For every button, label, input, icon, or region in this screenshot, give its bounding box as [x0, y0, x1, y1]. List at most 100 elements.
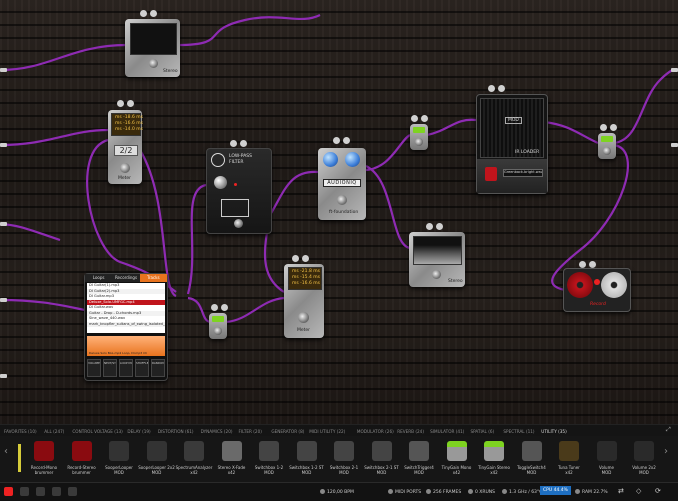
pedal-info-buttons[interactable]	[292, 255, 309, 262]
category-tab[interactable]: MODULATOR (26)	[357, 429, 394, 434]
plugin-item[interactable]: Tuna Tuner x42	[549, 436, 589, 482]
category-tab[interactable]: GENERATOR (8)	[271, 429, 304, 434]
bypass-footswitch[interactable]	[214, 327, 222, 335]
scroll-right-icon[interactable]: ›	[664, 446, 668, 457]
plugin-item[interactable]: Switchbox 2-1 MOD	[324, 436, 364, 482]
pedal-info-buttons[interactable]	[426, 223, 443, 230]
link-icon[interactable]: ⇄	[618, 487, 624, 495]
scroll-left-icon[interactable]: ‹	[4, 446, 8, 457]
category-tab[interactable]: DELAY (19)	[127, 429, 150, 434]
fuzz-knob[interactable]	[345, 152, 360, 167]
share-icon[interactable]: ⟳	[655, 487, 661, 495]
level-knob[interactable]	[323, 152, 338, 167]
bypass-footswitch[interactable]	[603, 147, 611, 155]
metronome-pedal[interactable]: ms -18.6 ms ms -16.6 ms ms -14.0 ms 2/2 …	[108, 110, 143, 184]
plugin-item[interactable]: Switchbox 2-1 ST MOD	[362, 436, 402, 482]
metronome-pedal[interactable]: ms -21.8 ms ms -15.4 ms ms -16.6 ms Mete…	[284, 264, 324, 338]
category-tab[interactable]: ALL (247)	[44, 429, 64, 434]
category-tab[interactable]: MIDI UTILITY (22)	[309, 429, 345, 434]
cloud-icon[interactable]	[52, 487, 61, 496]
plugin-item[interactable]: Switchbox 1-2 ST MOD	[287, 436, 327, 482]
playback-2-jack[interactable]	[671, 143, 678, 147]
ir-file-select[interactable]: Greenback-bright.wav	[503, 169, 543, 177]
bypass-footswitch[interactable]	[432, 270, 441, 279]
capture-2-jack[interactable]	[0, 143, 7, 147]
tab-recordings[interactable]: Recordings	[112, 274, 140, 282]
stereo-analyzer-pedal[interactable]: Stereo	[125, 19, 180, 77]
pedalboard-icon[interactable]	[4, 487, 13, 496]
plugin-item[interactable]: SpectrumAnalyzer x42	[174, 436, 214, 482]
looper-file-list[interactable]: DI Guitar(1).mp3 DI Guitar(2).mp3 DI Guita…	[87, 283, 165, 333]
plugin-item[interactable]: TinyGain Stereo x42	[474, 436, 514, 482]
bypass-footswitch[interactable]	[415, 138, 423, 146]
expand-icon[interactable]: ⤢	[666, 426, 671, 434]
category-tab[interactable]: CONTROL VOLTAGE (13)	[72, 429, 122, 434]
pedal-info-buttons[interactable]	[333, 137, 350, 144]
scroll-handle[interactable]	[18, 444, 21, 472]
looper-control-button[interactable]: SHUFFLE	[135, 359, 149, 377]
bypass-footswitch[interactable]	[298, 312, 309, 323]
looper-control-button[interactable]: LOOP MODE	[119, 359, 133, 377]
banks-icon[interactable]	[20, 487, 29, 496]
category-tab[interactable]: DYNAMICS (20)	[201, 429, 233, 434]
plugin-item[interactable]: SwitchTrigger4 MOD	[399, 436, 439, 482]
fuzz-pedal[interactable]: AUDIONIQ ft-foundation	[318, 148, 366, 220]
power-button[interactable]	[485, 167, 497, 181]
buffer-size[interactable]: 256 FRAMES	[426, 489, 461, 495]
pedal-info-buttons[interactable]	[411, 115, 428, 122]
tinygain-pedal[interactable]	[410, 124, 428, 150]
looper-file-item[interactable]: mark_knopfler_sultans_of_swing_isolated_…	[87, 321, 165, 327]
tinygain-pedal[interactable]	[598, 133, 616, 159]
spectrum-analyzer-pedal[interactable]: Stereo	[409, 232, 465, 287]
tab-tracks[interactable]: Tracks	[139, 274, 167, 282]
capture-midi-jack[interactable]	[0, 222, 7, 226]
playback-1-jack[interactable]	[671, 68, 678, 72]
pedal-info-buttons[interactable]	[117, 100, 134, 107]
folder-icon[interactable]	[36, 487, 45, 496]
bypass-footswitch[interactable]	[120, 163, 130, 173]
sooperlooper-pedal[interactable]: Loops Recordings Tracks DI Guitar(1).mp3…	[84, 273, 168, 381]
lowpass-filter-pedal[interactable]: LOW-PASS FILTER	[206, 148, 272, 234]
bypass-footswitch[interactable]	[234, 219, 243, 228]
category-tab[interactable]: DISTORTION (61)	[158, 429, 194, 434]
fullscreen-icon[interactable]: ◇	[636, 487, 641, 495]
category-tab[interactable]: SPECTRAL (11)	[503, 429, 534, 434]
category-tab[interactable]: REVERB (24)	[397, 429, 424, 434]
plugin-item[interactable]: Volume MOD	[587, 436, 627, 482]
plugin-item[interactable]: SooperLooper 2x2 MOD	[137, 436, 177, 482]
ir-loader-pedal[interactable]: MOD IR LOADER Greenback-bright.wav	[476, 94, 548, 194]
capture-1-jack[interactable]	[0, 68, 7, 72]
tinygain-pedal[interactable]	[209, 313, 227, 339]
category-tab[interactable]: SIMULATOR (41)	[430, 429, 464, 434]
plugin-item[interactable]: TinyGain Mono x42	[437, 436, 477, 482]
pedal-info-buttons[interactable]	[230, 140, 247, 147]
plugin-item[interactable]: Switchbox 1-2 MOD	[249, 436, 289, 482]
pedal-info-buttons[interactable]	[140, 10, 157, 17]
midi-ports-button[interactable]: MIDI PORTS	[388, 489, 421, 495]
settings-icon[interactable]	[68, 487, 77, 496]
pedal-info-buttons[interactable]	[579, 261, 596, 268]
pedal-info-buttons[interactable]	[488, 85, 505, 92]
pedal-info-buttons[interactable]	[211, 304, 228, 311]
tab-loops[interactable]: Loops	[85, 274, 113, 282]
record-reel-pedal[interactable]: Record	[563, 268, 631, 312]
bpm-display[interactable]: 120,00 BPM	[320, 489, 354, 495]
category-tab[interactable]: FAVORITES (10)	[4, 429, 37, 434]
looper-control-button[interactable]: VOLUME	[87, 359, 101, 377]
cutoff-knob[interactable]	[214, 176, 227, 189]
looper-control-button[interactable]: NEXT/SYNC	[103, 359, 117, 377]
category-tab[interactable]: UTILITY (35)	[541, 429, 566, 434]
capture-3-jack[interactable]	[0, 298, 7, 302]
plugin-item[interactable]: Volume 2x2 MOD	[624, 436, 664, 482]
record-button[interactable]	[594, 279, 600, 285]
pedalboard-canvas[interactable]: Stereo ms -18.6 ms ms -16.6 ms ms -14.0 …	[0, 0, 678, 424]
category-tab[interactable]: SPATIAL (6)	[470, 429, 494, 434]
category-tab[interactable]: FILTER (20)	[238, 429, 261, 434]
looper-control-button[interactable]: RANDOM	[151, 359, 165, 377]
plugin-item[interactable]: Record-Stereo brummer	[62, 436, 102, 482]
plugin-item[interactable]: SooperLooper MOD	[99, 436, 139, 482]
pedal-info-buttons[interactable]	[600, 124, 617, 131]
bypass-footswitch[interactable]	[337, 195, 347, 205]
bypass-footswitch[interactable]	[149, 59, 158, 68]
plugin-item[interactable]: ToggleSwitch4 MOD	[512, 436, 552, 482]
